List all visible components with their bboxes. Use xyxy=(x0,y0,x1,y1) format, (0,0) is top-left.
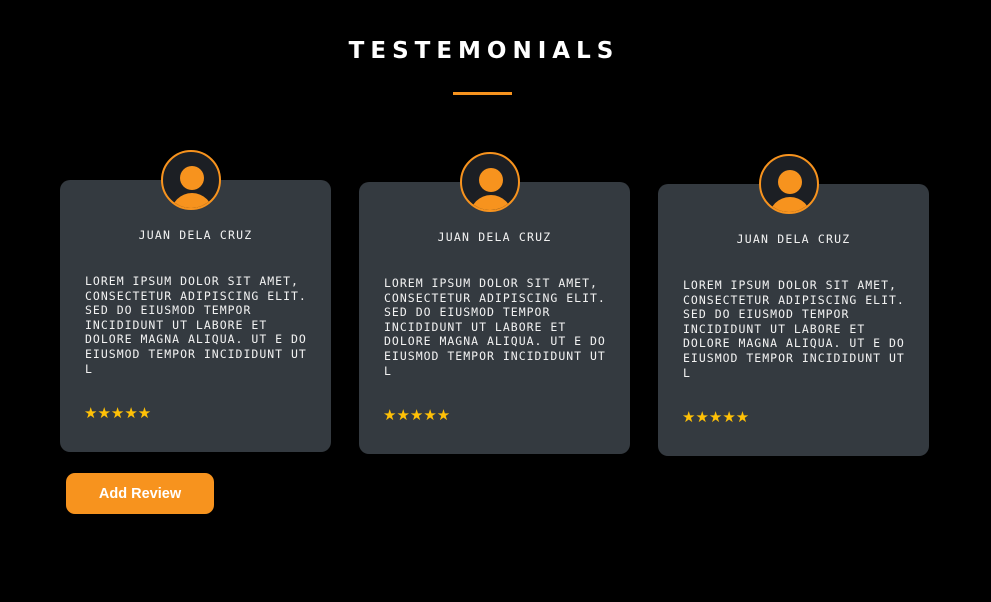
avatar-body xyxy=(171,193,213,208)
rating-stars: ★★★★★ xyxy=(383,406,451,424)
reviewer-name: JUAN DELA CRUZ xyxy=(736,232,851,246)
avatar-head xyxy=(778,170,802,194)
avatar-body xyxy=(769,197,811,212)
user-avatar-icon xyxy=(161,150,221,210)
title-underline xyxy=(453,92,512,95)
rating-stars: ★★★★★ xyxy=(682,408,750,426)
review-text: LOREM IPSUM DOLOR SIT AMET, CONSECTETUR … xyxy=(384,276,606,378)
avatar-body xyxy=(470,195,512,210)
reviewer-name: JUAN DELA CRUZ xyxy=(138,228,253,242)
testimonial-card: JUAN DELA CRUZ LOREM IPSUM DOLOR SIT AME… xyxy=(359,182,630,454)
avatar-head xyxy=(479,168,503,192)
testimonial-card: JUAN DELA CRUZ LOREM IPSUM DOLOR SIT AME… xyxy=(658,184,929,456)
user-avatar-icon xyxy=(460,152,520,212)
reviewer-name: JUAN DELA CRUZ xyxy=(437,230,552,244)
add-review-button[interactable]: Add Review xyxy=(66,473,214,514)
review-text: LOREM IPSUM DOLOR SIT AMET, CONSECTETUR … xyxy=(85,274,307,376)
testimonial-card: JUAN DELA CRUZ LOREM IPSUM DOLOR SIT AME… xyxy=(60,180,331,452)
review-text: LOREM IPSUM DOLOR SIT AMET, CONSECTETUR … xyxy=(683,278,905,380)
rating-stars: ★★★★★ xyxy=(84,404,152,422)
avatar-head xyxy=(180,166,204,190)
user-avatar-icon xyxy=(759,154,819,214)
testimonials-page: TESTEMONIALS JUAN DELA CRUZ LOREM IPSUM … xyxy=(0,0,991,602)
section-title: TESTEMONIALS xyxy=(348,38,620,64)
